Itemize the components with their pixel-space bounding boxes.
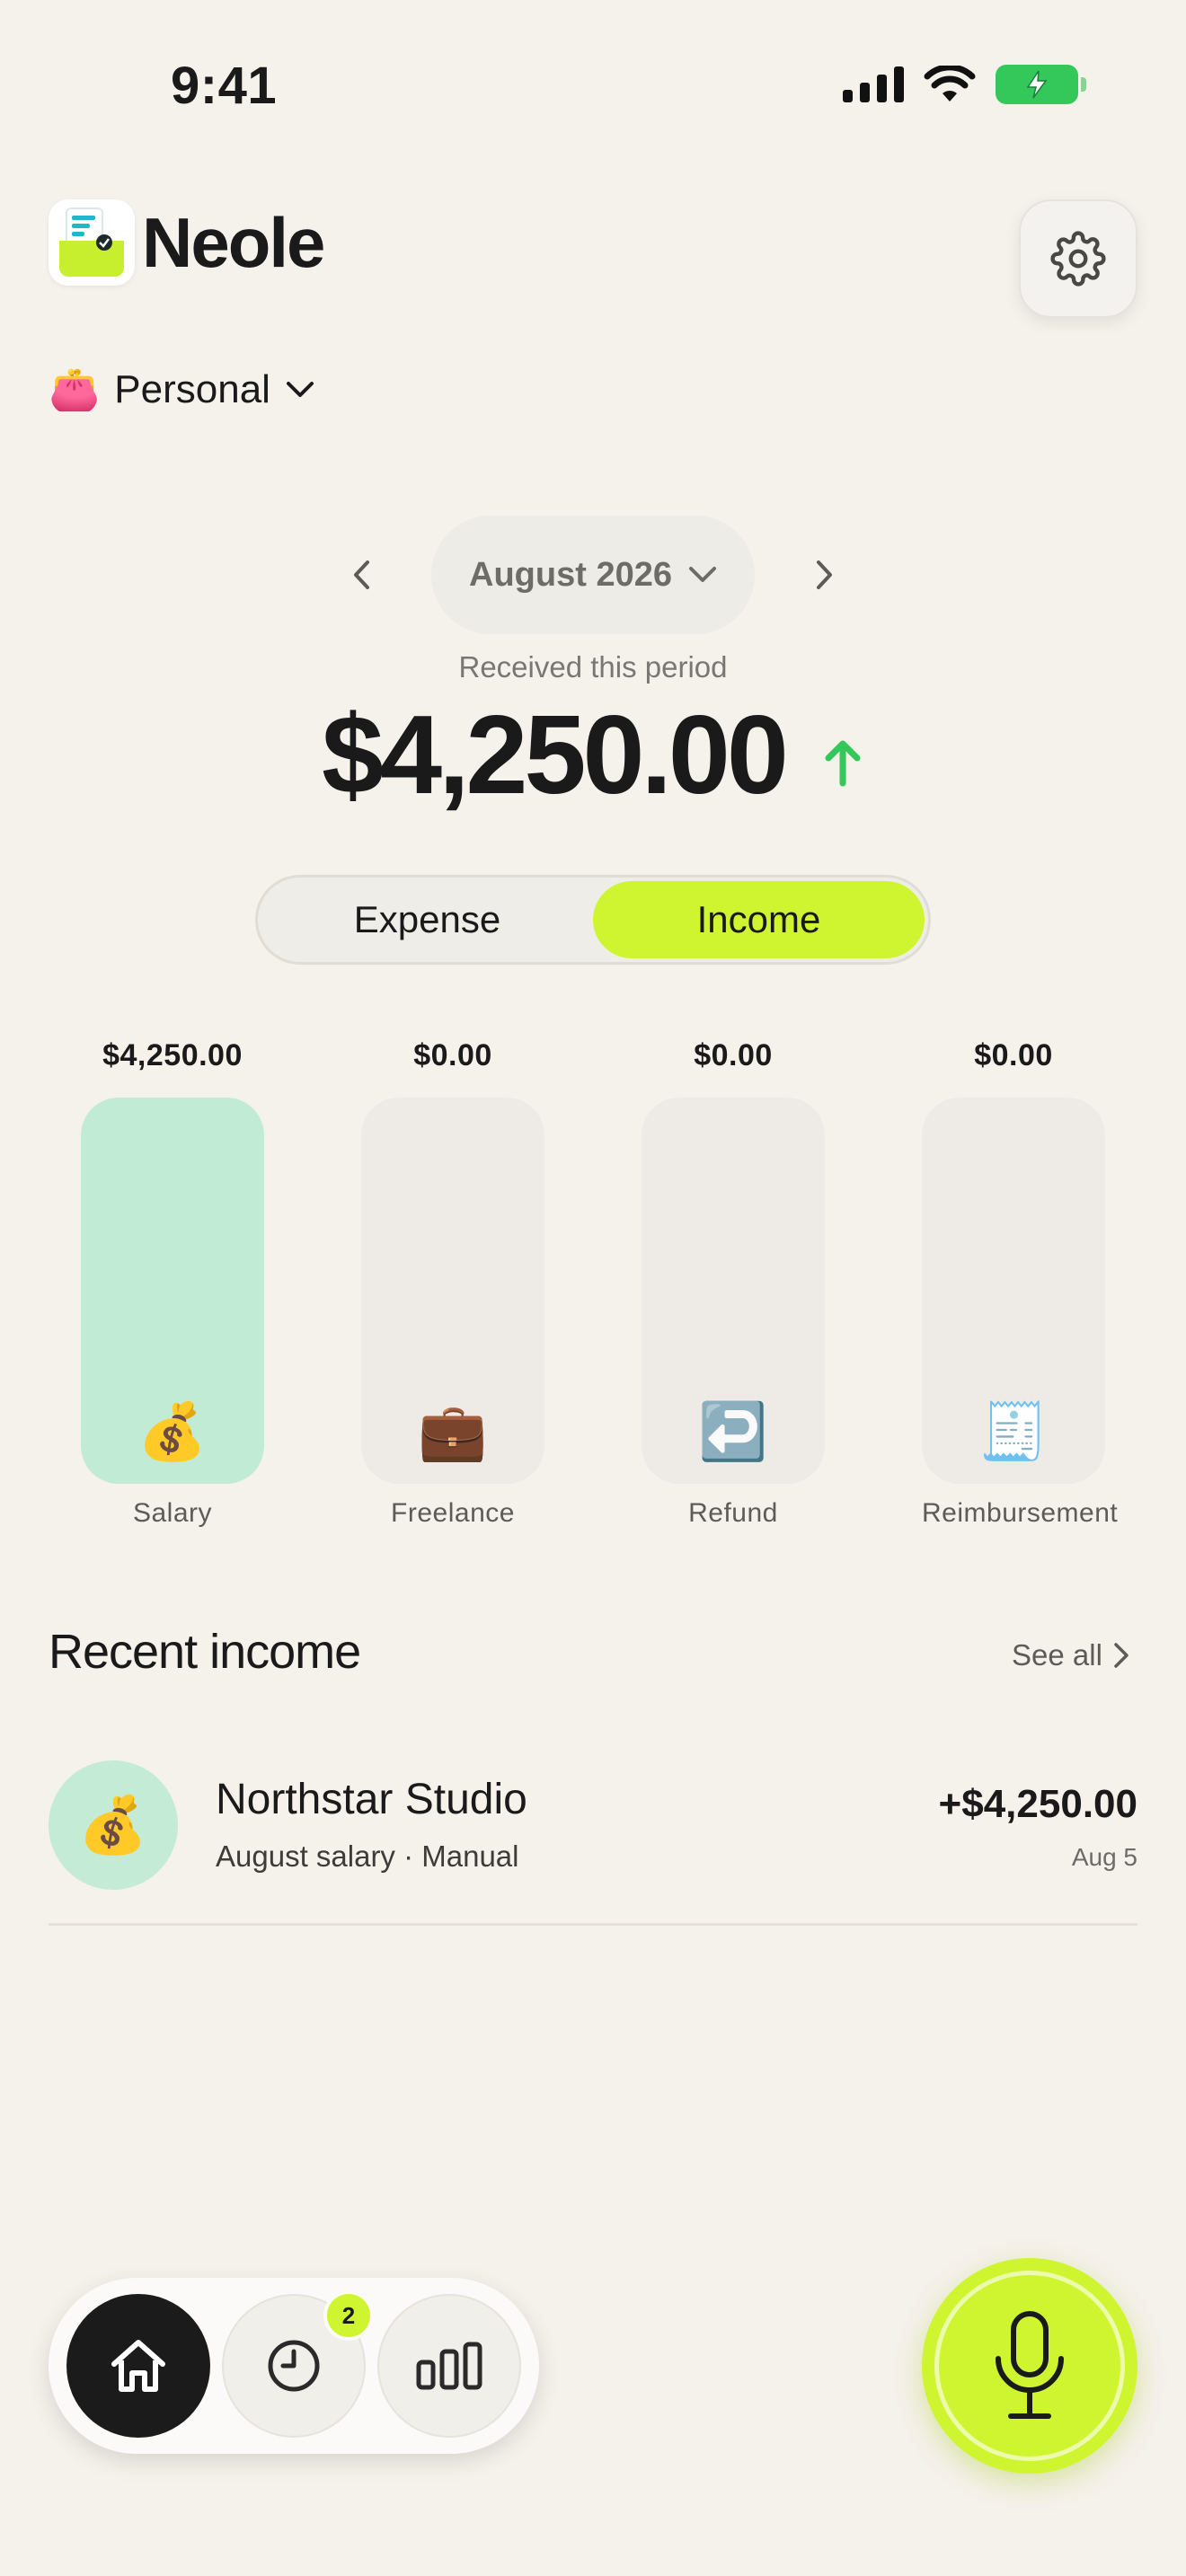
type-segmented-control: Expense Income — [255, 875, 931, 965]
category-freelance[interactable]: $0.00 💼 Freelance — [361, 1038, 544, 1529]
chevron-right-icon — [1114, 1643, 1128, 1668]
period-caption: Received this period — [458, 650, 728, 684]
category-label: Salary — [132, 1498, 213, 1528]
next-period-button[interactable] — [805, 550, 845, 600]
receipt-icon: 🧾 — [978, 1401, 1049, 1463]
money-bag-icon: 💰 — [49, 1760, 178, 1890]
category-label: Freelance — [391, 1498, 515, 1528]
recent-income-title: Recent income — [49, 1625, 361, 1679]
purse-icon: 👛 — [49, 366, 101, 412]
account-switcher[interactable]: 👛 Personal — [49, 365, 315, 414]
signal-icon — [843, 66, 904, 102]
total-amount: $4,250.00 — [322, 693, 789, 817]
voice-input-button[interactable] — [922, 2258, 1137, 2474]
category-reimbursement[interactable]: $0.00 🧾 Reimbursement — [922, 1038, 1119, 1529]
money-bag-icon: 💰 — [137, 1401, 208, 1463]
chevron-down-icon — [688, 567, 716, 582]
income-tab[interactable]: Income — [593, 881, 925, 958]
arrow-up-icon — [825, 740, 861, 787]
chevron-down-icon — [286, 381, 314, 397]
transaction-date: Aug 5 — [1071, 1843, 1137, 1871]
category-value: $0.00 — [974, 1038, 1053, 1072]
category-value: $0.00 — [413, 1038, 492, 1072]
briefcase-icon: 💼 — [418, 1401, 488, 1463]
period-selector[interactable]: August 2026 — [431, 516, 755, 634]
app-title: Neole — [142, 203, 325, 282]
see-all-link[interactable]: See all — [1012, 1638, 1129, 1672]
category-label: Refund — [688, 1498, 778, 1528]
transaction-row[interactable]: 💰 Northstar Studio August salary · Manua… — [49, 1757, 1137, 1926]
category-bar: 💼 — [361, 1098, 544, 1484]
settings-button[interactable] — [1019, 199, 1137, 318]
period-total: $4,250.00 — [0, 692, 1186, 819]
category-bar: ↩️ — [642, 1098, 825, 1484]
transaction-amount: +$4,250.00 — [938, 1782, 1137, 1826]
chevron-right-icon — [817, 560, 832, 589]
see-all-label: See all — [1012, 1638, 1102, 1672]
category-bar: 💰 — [81, 1098, 264, 1484]
bottom-tab-bar: 2 — [49, 2278, 539, 2454]
gear-icon — [1050, 231, 1106, 287]
category-bar: 🧾 — [922, 1098, 1105, 1484]
period-label: August 2026 — [469, 555, 672, 594]
category-refund[interactable]: $0.00 ↩️ Refund — [642, 1038, 825, 1529]
bar-chart-icon — [416, 2342, 482, 2390]
previous-period-button[interactable] — [341, 550, 381, 600]
app-logo — [49, 199, 135, 286]
home-icon — [111, 2340, 165, 2392]
return-arrow-icon: ↩️ — [698, 1401, 768, 1463]
chevron-left-icon — [354, 560, 369, 589]
expense-tab[interactable]: Expense — [261, 881, 593, 958]
tab-stats[interactable] — [377, 2294, 521, 2438]
category-label: Reimbursement — [922, 1498, 1119, 1528]
battery-charging-icon — [996, 65, 1086, 104]
history-badge: 2 — [323, 2290, 374, 2341]
status-icons — [843, 65, 1086, 104]
category-value: $4,250.00 — [102, 1038, 243, 1072]
transaction-name: Northstar Studio — [216, 1776, 527, 1823]
status-time: 9:41 — [171, 57, 278, 115]
category-value: $0.00 — [694, 1038, 773, 1072]
category-salary[interactable]: $4,250.00 💰 Salary — [81, 1038, 264, 1529]
clock-icon — [268, 2340, 320, 2392]
account-label: Personal — [114, 366, 270, 411]
transaction-subtitle: August salary · Manual — [216, 1839, 519, 1873]
wifi-icon — [924, 66, 976, 101]
tab-home[interactable] — [66, 2294, 210, 2438]
microphone-icon — [996, 2311, 1064, 2419]
